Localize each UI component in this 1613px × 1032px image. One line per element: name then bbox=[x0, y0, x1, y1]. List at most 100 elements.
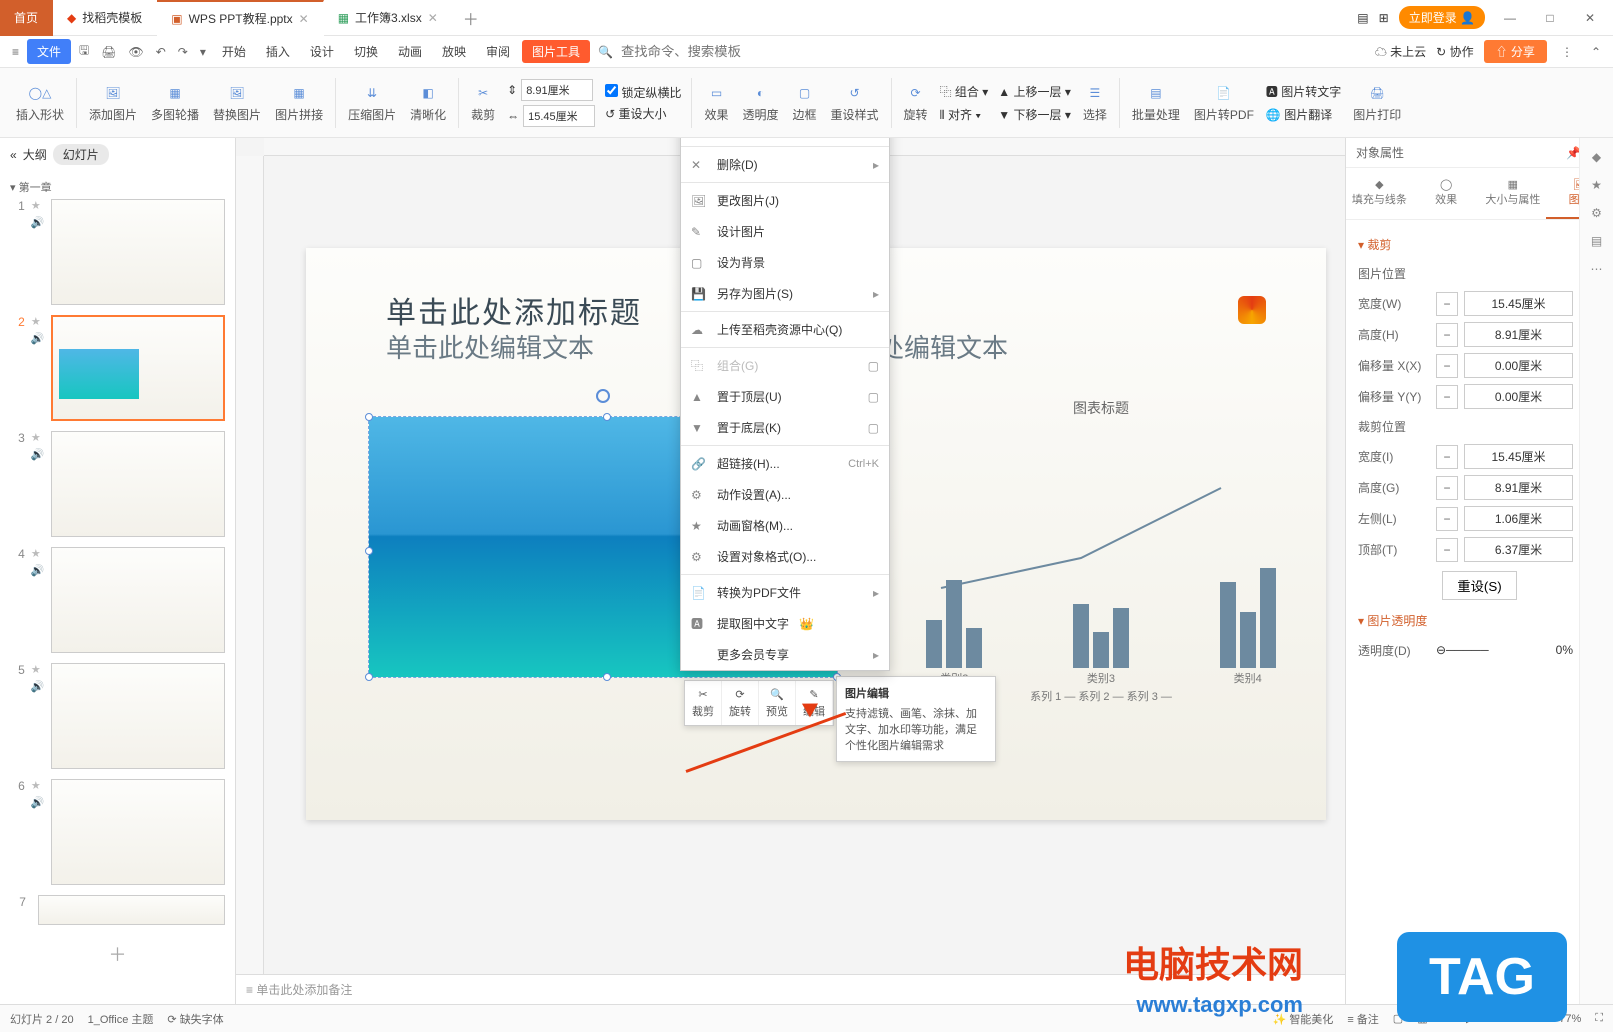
replace-picture-button[interactable]: 🖼替换图片 bbox=[207, 82, 267, 123]
offset-x-input[interactable]: 0.00厘米 bbox=[1464, 353, 1573, 378]
dec-button[interactable]: − bbox=[1436, 323, 1458, 347]
slide-thumb-6[interactable] bbox=[51, 779, 225, 885]
section-header[interactable]: ▾ 第一章 bbox=[10, 175, 225, 199]
resize-handle[interactable] bbox=[603, 413, 611, 421]
ctx-animation-pane[interactable]: ★动画窗格(M)... bbox=[681, 510, 889, 541]
app-grid-icon[interactable]: ⊞ bbox=[1379, 11, 1389, 25]
rotate-handle[interactable] bbox=[596, 389, 610, 403]
section-crop[interactable]: ▾ 裁剪 bbox=[1358, 230, 1601, 259]
slide-subtitle-placeholder[interactable]: 单击此处编辑文本 bbox=[386, 328, 594, 365]
mini-preview[interactable]: 🔍预览 bbox=[759, 681, 796, 725]
resize-handle[interactable] bbox=[365, 547, 373, 555]
ctx-change-picture[interactable]: 🖼更改图片(J) bbox=[681, 185, 889, 216]
transparency-button[interactable]: ◐透明度 bbox=[737, 82, 785, 123]
send-backward-button[interactable]: ▼ 下移一层 ▾ bbox=[998, 106, 1071, 123]
menu-review[interactable]: 审阅 bbox=[478, 43, 518, 60]
search-input[interactable] bbox=[621, 44, 761, 59]
slide-thumb-4[interactable] bbox=[51, 547, 225, 653]
side-anim-icon[interactable]: ★ bbox=[1591, 178, 1602, 192]
close-button[interactable]: ✕ bbox=[1575, 11, 1605, 25]
height-h-input[interactable]: 8.91厘米 bbox=[1464, 322, 1573, 347]
slide-thumb-5[interactable] bbox=[51, 663, 225, 769]
left-l-input[interactable]: 1.06厘米 bbox=[1464, 506, 1573, 531]
add-slide-button[interactable]: ＋ bbox=[10, 935, 225, 973]
dec-button[interactable]: − bbox=[1436, 445, 1458, 469]
slide-thumb-3[interactable] bbox=[51, 431, 225, 537]
side-more-icon[interactable]: ⋯ bbox=[1591, 262, 1603, 276]
login-button[interactable]: 立即登录 👤 bbox=[1399, 6, 1485, 29]
reset-button[interactable]: 重设(S) bbox=[1442, 571, 1516, 600]
outline-tab[interactable]: 大纲 bbox=[23, 146, 47, 163]
preview-icon[interactable]: 👁 bbox=[125, 45, 148, 59]
thumbnail-list[interactable]: ▾ 第一章 1★🔊 2★🔊 3★🔊 4★🔊 5★🔊 6★🔊 7 ＋ bbox=[0, 171, 235, 1004]
width-i-input[interactable]: 15.45厘米 bbox=[1464, 444, 1573, 469]
multi-carousel-button[interactable]: ▦多图轮播 bbox=[145, 82, 205, 123]
share-button[interactable]: ⇧ 分享 bbox=[1484, 40, 1547, 63]
mini-rotate[interactable]: ⟳旋转 bbox=[722, 681, 759, 725]
tab-fill[interactable]: ◆填充与线条 bbox=[1346, 168, 1413, 219]
pic-to-pdf-button[interactable]: 📄图片转PDF bbox=[1188, 82, 1260, 123]
notes-toggle[interactable]: ≡ 备注 bbox=[1347, 1011, 1378, 1027]
ctx-action-settings[interactable]: ⚙动作设置(A)... bbox=[681, 479, 889, 510]
dec-button[interactable]: − bbox=[1436, 354, 1458, 378]
menu-picture-tools[interactable]: 图片工具 bbox=[522, 40, 590, 63]
missing-font[interactable]: ⟳ 缺失字体 bbox=[167, 1011, 223, 1027]
theme-name[interactable]: 1_Office 主题 bbox=[88, 1011, 154, 1027]
border-button[interactable]: ▢边框 bbox=[787, 82, 823, 123]
slide-thumb-2[interactable] bbox=[51, 315, 225, 421]
effect-button[interactable]: ▭效果 bbox=[698, 82, 734, 123]
slide-thumb-1[interactable] bbox=[51, 199, 225, 305]
resize-handle[interactable] bbox=[365, 413, 373, 421]
close-icon[interactable]: ✕ bbox=[428, 11, 438, 25]
ctx-hyperlink[interactable]: 🔗超链接(H)...Ctrl+K bbox=[681, 448, 889, 479]
save-icon[interactable]: 🖫 bbox=[75, 41, 93, 62]
cloud-status[interactable]: ☁ 未上云 bbox=[1375, 43, 1426, 60]
dec-button[interactable]: − bbox=[1436, 507, 1458, 531]
ctx-upload-resource[interactable]: ☁上传至稻壳资源中心(Q) bbox=[681, 314, 889, 345]
new-tab-button[interactable]: ＋ bbox=[453, 6, 489, 30]
tab-size[interactable]: ▦大小与属性 bbox=[1480, 168, 1547, 219]
batch-process-button[interactable]: ▤批量处理 bbox=[1126, 82, 1186, 123]
collapse-ribbon-icon[interactable]: ⌃ bbox=[1587, 45, 1605, 59]
ctx-design-picture[interactable]: ✎设计图片 bbox=[681, 216, 889, 247]
ctx-save-as-picture[interactable]: 💾另存为图片(S)▸ bbox=[681, 278, 889, 309]
grid-icon[interactable]: ▤ bbox=[1357, 11, 1368, 25]
slides-tab[interactable]: 幻灯片 bbox=[53, 144, 109, 165]
ctx-extract-text[interactable]: 🅰提取图中文字 👑 bbox=[681, 608, 889, 639]
menu-slideshow[interactable]: 放映 bbox=[434, 43, 474, 60]
menu-animation[interactable]: 动画 bbox=[390, 43, 430, 60]
dec-button[interactable]: − bbox=[1436, 538, 1458, 562]
mini-crop[interactable]: ✂裁剪 bbox=[685, 681, 722, 725]
tab-ppt-file[interactable]: ▣WPS PPT教程.pptx✕ bbox=[157, 0, 323, 36]
ctx-set-background[interactable]: ▢设为背景 bbox=[681, 247, 889, 278]
tab-effect[interactable]: ◯效果 bbox=[1413, 168, 1480, 219]
search-icon[interactable]: 🔍 bbox=[594, 45, 617, 59]
side-layers-icon[interactable]: ▤ bbox=[1591, 234, 1602, 248]
reset-style-button[interactable]: ↺重设样式 bbox=[825, 82, 885, 123]
reset-size-button[interactable]: ↺ 重设大小 bbox=[605, 105, 681, 122]
redo-icon[interactable]: ↷ bbox=[174, 45, 192, 59]
ctx-send-back[interactable]: ▼置于底层(K)▢ bbox=[681, 412, 889, 443]
picture-stitch-button[interactable]: ▦图片拼接 bbox=[269, 82, 329, 123]
app-menu-icon[interactable]: ≡ bbox=[8, 45, 23, 59]
pic-to-text-button[interactable]: 🅰 图片转文字 bbox=[1266, 83, 1341, 100]
ctx-delete[interactable]: ✕删除(D)▸ bbox=[681, 149, 889, 180]
resize-handle[interactable] bbox=[603, 673, 611, 681]
tab-template[interactable]: ◆找稻壳模板 bbox=[53, 0, 157, 36]
bring-forward-button[interactable]: ▲ 上移一层 ▾ bbox=[998, 83, 1071, 100]
combine-button[interactable]: ⿻ 组合 ▾ bbox=[940, 83, 989, 100]
offset-y-input[interactable]: 0.00厘米 bbox=[1464, 384, 1573, 409]
height-g-input[interactable]: 8.91厘米 bbox=[1464, 475, 1573, 500]
insert-shape-button[interactable]: ◯△插入形状 bbox=[10, 82, 70, 123]
rotate-button[interactable]: ⟳旋转 bbox=[898, 82, 934, 123]
close-icon[interactable]: ✕ bbox=[299, 12, 309, 26]
lock-ratio-checkbox[interactable]: 锁定纵横比 bbox=[605, 84, 681, 101]
side-settings-icon[interactable]: ⚙ bbox=[1591, 206, 1602, 220]
height-input[interactable]: 8.91厘米 bbox=[521, 79, 593, 101]
qat-more-icon[interactable]: ▾ bbox=[196, 45, 210, 59]
more-icon[interactable]: ⋮ bbox=[1557, 45, 1577, 59]
tab-xlsx-file[interactable]: ▦工作簿3.xlsx✕ bbox=[324, 0, 453, 36]
slide-thumb-7[interactable] bbox=[38, 895, 225, 925]
ctx-bring-front[interactable]: ▲置于顶层(U)▢ bbox=[681, 381, 889, 412]
ctx-more-vip[interactable]: 更多会员专享▸ bbox=[681, 639, 889, 670]
